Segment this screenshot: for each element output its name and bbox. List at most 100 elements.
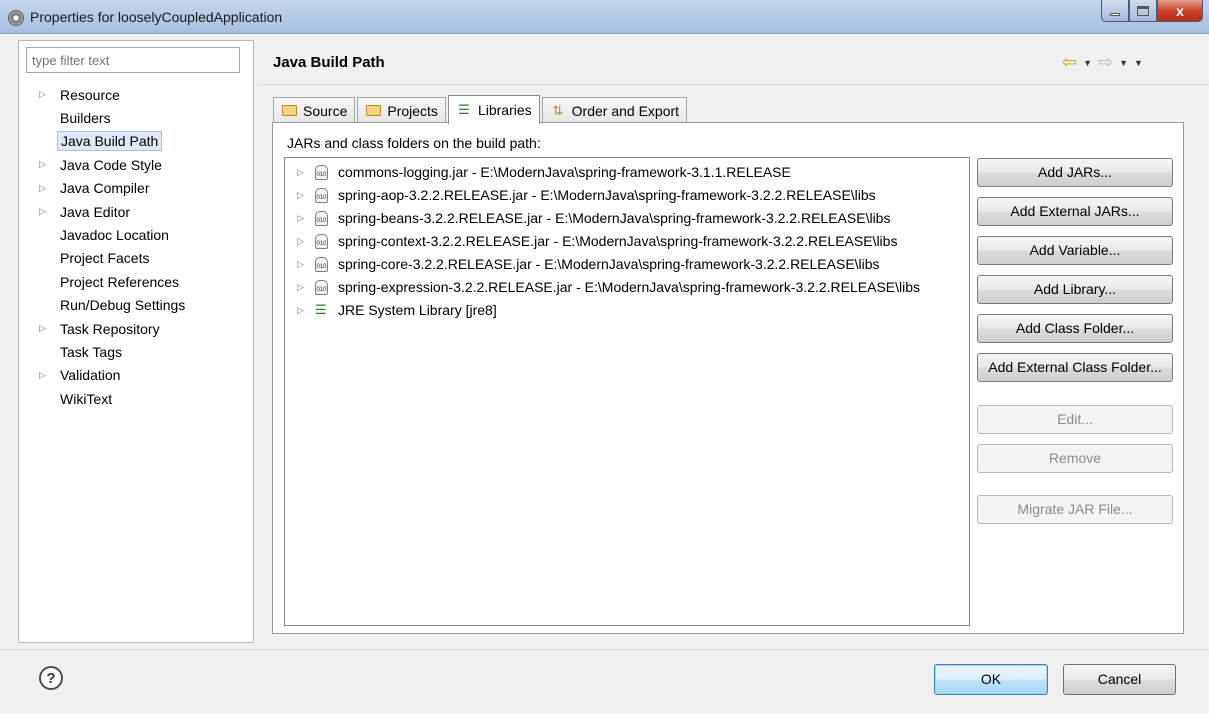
expand-arrow-icon[interactable]: ▷ [297, 282, 315, 293]
tab-libraries[interactable]: ☰ Libraries [447, 95, 540, 124]
nav-item-label: Resource [60, 86, 120, 103]
expand-arrow-icon[interactable]: ▷ [39, 323, 57, 334]
library-item-label: spring-aop-3.2.2.RELEASE.jar - E:\Modern… [338, 187, 876, 203]
library-item-jre[interactable]: ▷ ☰ JRE System Library [jre8] [297, 299, 497, 321]
tab-projects[interactable]: Projects [357, 97, 446, 123]
library-item-label: spring-expression-3.2.2.RELEASE.jar - E:… [338, 279, 921, 295]
migrate-jar-button[interactable]: Migrate JAR File... [977, 495, 1173, 524]
expand-arrow-icon[interactable]: ▷ [297, 236, 315, 247]
help-icon[interactable]: ? [39, 666, 63, 690]
expand-arrow-icon[interactable]: ▷ [39, 370, 57, 381]
add-class-folder-button[interactable]: Add Class Folder... [977, 314, 1173, 343]
nav-item-java-compiler[interactable]: ▷ Java Compiler [19, 177, 253, 200]
ok-button[interactable]: OK [934, 664, 1048, 695]
nav-item-project-references[interactable]: Project References [19, 270, 253, 293]
expand-arrow-icon[interactable]: ▷ [39, 206, 57, 217]
nav-item-label: WikiText [60, 390, 113, 407]
tab-source-label: Source [303, 102, 348, 119]
nav-item-label: Java Editor [60, 203, 131, 220]
library-item[interactable]: ▷ 010 spring-beans-3.2.2.RELEASE.jar - E:\… [297, 207, 890, 229]
order-export-icon: ⇅ [552, 102, 564, 118]
jar-icon: 010 [315, 233, 328, 249]
nav-item-task-tags[interactable]: Task Tags [19, 340, 253, 363]
nav-item-wikitext[interactable]: WikiText [19, 387, 253, 410]
library-item-label: spring-core-3.2.2.RELEASE.jar - E:\Moder… [338, 256, 880, 272]
nav-item-builders[interactable]: Builders [19, 106, 253, 129]
build-path-label: JARs and class folders on the build path… [287, 135, 541, 151]
jar-icon: 010 [315, 164, 328, 180]
settings-gear-icon [8, 10, 24, 26]
library-item[interactable]: ▷ 010 spring-aop-3.2.2.RELEASE.jar - E:\Mo… [297, 184, 876, 206]
library-item[interactable]: ▷ 010 spring-core-3.2.2.RELEASE.jar - E:\M… [297, 253, 880, 275]
library-item-label: commons-logging.jar - E:\ModernJava\spri… [338, 164, 791, 180]
library-item[interactable]: ▷ 010 spring-expression-3.2.2.RELEASE.jar … [297, 276, 920, 298]
nav-item-label: Project Facets [60, 250, 150, 267]
maximize-icon [1137, 5, 1149, 16]
nav-item-label: Java Code Style [60, 156, 162, 173]
expand-arrow-icon[interactable]: ▷ [297, 259, 315, 270]
library-tree[interactable]: ▷ 010 commons-logging.jar - E:\ModernJava\… [284, 157, 970, 626]
expand-arrow-icon[interactable]: ▷ [297, 305, 315, 316]
maximize-button[interactable] [1129, 0, 1157, 22]
jar-icon: 010 [315, 279, 328, 295]
footer-separator [0, 649, 1209, 650]
close-button[interactable]: x [1157, 0, 1203, 22]
add-jars-button[interactable]: Add JARs... [977, 158, 1173, 187]
expand-arrow-icon[interactable]: ▷ [297, 190, 315, 201]
nav-item-javadoc-location[interactable]: Javadoc Location [19, 223, 253, 246]
nav-item-label: Builders [60, 110, 111, 127]
window-controls: x [1101, 0, 1203, 22]
jre-library-icon: ☰ [315, 302, 327, 317]
close-icon: x [1176, 2, 1184, 19]
back-dropdown-icon[interactable]: ▼ [1083, 58, 1092, 68]
jar-icon: 010 [315, 256, 328, 272]
projects-folder-icon [365, 104, 381, 118]
expand-arrow-icon[interactable]: ▷ [39, 89, 57, 100]
add-library-button[interactable]: Add Library... [977, 275, 1173, 304]
library-item[interactable]: ▷ 010 commons-logging.jar - E:\ModernJava\… [297, 161, 791, 183]
tab-source[interactable]: Source [273, 97, 356, 123]
expand-arrow-icon[interactable]: ▷ [297, 167, 315, 178]
tab-order-label: Order and Export [571, 102, 680, 119]
expand-arrow-icon[interactable]: ▷ [297, 213, 315, 224]
view-menu-icon[interactable]: ▼ [1134, 58, 1143, 68]
jar-icon: 010 [315, 187, 328, 203]
nav-item-java-code-style[interactable]: ▷ Java Code Style [19, 153, 253, 176]
add-external-jars-button[interactable]: Add External JARs... [977, 197, 1173, 226]
title-bar[interactable]: Properties for looselyCoupledApplication… [0, 0, 1209, 34]
filter-input[interactable] [26, 47, 240, 73]
minimize-button[interactable] [1101, 0, 1129, 22]
nav-item-label: Java Compiler [60, 180, 150, 197]
jar-icon: 010 [315, 210, 328, 226]
expand-arrow-icon[interactable]: ▷ [39, 183, 57, 194]
window-title: Properties for looselyCoupledApplication [30, 9, 283, 25]
tab-libraries-label: Libraries [477, 102, 532, 118]
tab-projects-label: Projects [387, 102, 438, 119]
nav-item-validation[interactable]: ▷ Validation [19, 364, 253, 387]
library-item[interactable]: ▷ 010 spring-context-3.2.2.RELEASE.jar - E… [297, 230, 897, 252]
remove-button[interactable]: Remove [977, 444, 1173, 473]
expand-arrow-icon[interactable]: ▷ [39, 159, 57, 170]
library-item-label: spring-context-3.2.2.RELEASE.jar - E:\Mo… [338, 233, 898, 249]
library-item-label: spring-beans-3.2.2.RELEASE.jar - E:\Mode… [338, 210, 891, 226]
edit-button[interactable]: Edit... [977, 405, 1173, 434]
add-variable-button[interactable]: Add Variable... [977, 236, 1173, 265]
nav-item-label: Project References [60, 273, 180, 290]
nav-item-label: Java Build Path [57, 131, 163, 152]
tab-order-and-export[interactable]: ⇅ Order and Export [541, 97, 688, 123]
nav-item-java-editor[interactable]: ▷ Java Editor [19, 200, 253, 223]
nav-item-task-repository[interactable]: ▷ Task Repository [19, 317, 253, 340]
minimize-icon [1110, 12, 1120, 16]
forward-arrow-icon[interactable]: ⇨ [1098, 52, 1113, 73]
add-external-class-folder-button[interactable]: Add External Class Folder... [977, 353, 1173, 382]
forward-dropdown-icon[interactable]: ▼ [1119, 58, 1128, 68]
header-separator [259, 84, 1209, 85]
back-arrow-icon[interactable]: ⇦ [1062, 52, 1077, 73]
cancel-button[interactable]: Cancel [1063, 664, 1176, 695]
nav-item-run-debug-settings[interactable]: Run/Debug Settings [19, 294, 253, 317]
nav-item-project-facets[interactable]: Project Facets [19, 247, 253, 270]
nav-item-resource[interactable]: ▷ Resource [19, 83, 253, 106]
nav-item-java-build-path[interactable]: Java Build Path [19, 130, 253, 153]
tab-strip: Source Projects ☰ Libraries ⇅ Order and Ex… [273, 95, 689, 124]
navigation-tree: ▷ Resource Builders Java Build Path ▷ Java… [19, 83, 253, 410]
